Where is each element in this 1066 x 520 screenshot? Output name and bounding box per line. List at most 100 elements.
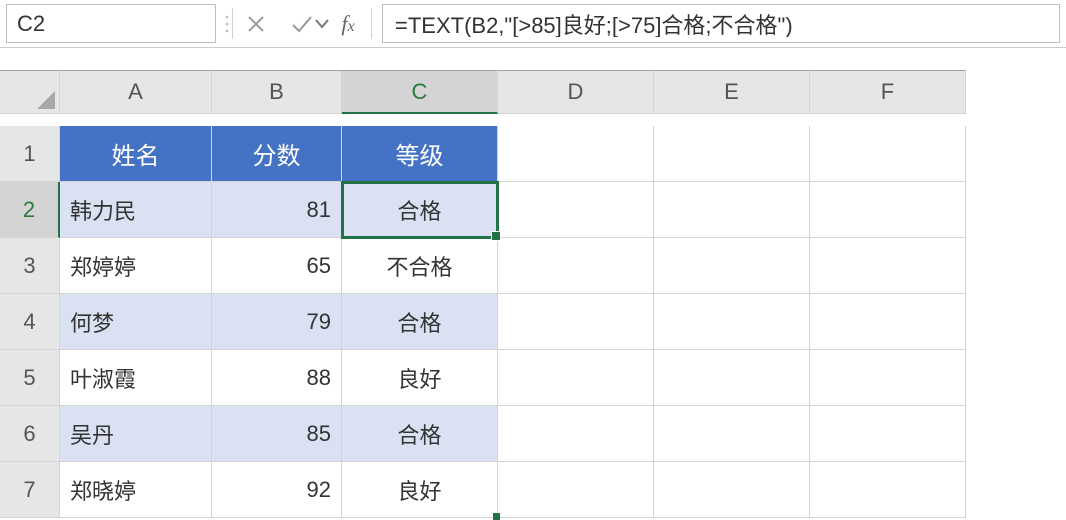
cell-D3[interactable] (498, 238, 654, 294)
cell-A7[interactable]: 郑晓婷 (60, 462, 212, 518)
cell-value: 合格 (397, 418, 441, 450)
cell-E7[interactable] (654, 462, 810, 518)
cell-D5[interactable] (498, 350, 654, 406)
cell-C7[interactable]: 良好 (342, 462, 498, 518)
cell-value: 郑晓婷 (70, 474, 136, 506)
row-header-1[interactable]: 1 (0, 126, 60, 182)
cell-value: 79 (307, 309, 331, 335)
cell-D4[interactable] (498, 294, 654, 350)
cell-value: 不合格 (386, 250, 452, 282)
fx-icon: fx (341, 11, 354, 37)
cell-E1[interactable] (654, 126, 810, 182)
cell-C5[interactable]: 良好 (342, 350, 498, 406)
col-header-A[interactable]: A (60, 70, 212, 114)
cell-value: 叶淑霞 (70, 362, 136, 394)
cell-C1[interactable]: 等级 (342, 126, 498, 182)
cell-F2[interactable] (810, 182, 966, 238)
row-label: 3 (23, 253, 35, 279)
name-box-dropdown[interactable] (315, 19, 329, 29)
row-label: 4 (23, 309, 35, 335)
cell-value: 65 (307, 253, 331, 279)
cell-A5[interactable]: 叶淑霞 (60, 350, 212, 406)
formula-bar: fx (0, 0, 1066, 48)
cell-value: 良好 (397, 362, 441, 394)
header-score: 分数 (253, 136, 301, 171)
cell-C3[interactable]: 不合格 (342, 238, 498, 294)
insert-function-button[interactable]: fx (325, 0, 371, 47)
cell-value: 81 (307, 197, 331, 223)
cell-value: 合格 (397, 194, 441, 226)
cell-value: 吴丹 (70, 418, 114, 450)
cell-C2[interactable]: 合格 (342, 182, 498, 238)
col-header-E[interactable]: E (654, 70, 810, 114)
cell-C4[interactable]: 合格 (342, 294, 498, 350)
col-header-B[interactable]: B (212, 70, 342, 114)
cell-A1[interactable]: 姓名 (60, 126, 212, 182)
cell-B1[interactable]: 分数 (212, 126, 342, 182)
cell-B5[interactable]: 88 (212, 350, 342, 406)
row-header-5[interactable]: 5 (0, 350, 60, 406)
cell-F1[interactable] (810, 126, 966, 182)
cell-value: 良好 (397, 474, 441, 506)
cell-A2[interactable]: 韩力民 (60, 182, 212, 238)
chevron-down-icon (315, 19, 329, 29)
cell-E4[interactable] (654, 294, 810, 350)
cell-A3[interactable]: 郑婷婷 (60, 238, 212, 294)
cell-F5[interactable] (810, 350, 966, 406)
cell-value: 85 (307, 421, 331, 447)
row-label: 1 (23, 141, 35, 167)
col-label: C (412, 79, 428, 105)
cell-F4[interactable] (810, 294, 966, 350)
divider (371, 8, 372, 39)
cell-B4[interactable]: 79 (212, 294, 342, 350)
col-header-F[interactable]: F (810, 70, 966, 114)
cell-D1[interactable] (498, 126, 654, 182)
cell-A6[interactable]: 吴丹 (60, 406, 212, 462)
name-box[interactable] (6, 4, 216, 43)
cell-A4[interactable]: 何梦 (60, 294, 212, 350)
cell-value: 88 (307, 365, 331, 391)
cell-F7[interactable] (810, 462, 966, 518)
row-header-7[interactable]: 7 (0, 462, 60, 518)
col-label: F (881, 79, 894, 105)
row-label: 5 (23, 365, 35, 391)
cell-value: 郑婷婷 (70, 250, 136, 282)
cell-value: 何梦 (70, 306, 114, 338)
row-header-2[interactable]: 2 (0, 182, 60, 238)
cell-E6[interactable] (654, 406, 810, 462)
cell-D6[interactable] (498, 406, 654, 462)
row-header-3[interactable]: 3 (0, 238, 60, 294)
cell-B7[interactable]: 92 (212, 462, 342, 518)
cell-B2[interactable]: 81 (212, 182, 342, 238)
col-header-D[interactable]: D (498, 70, 654, 114)
col-header-C[interactable]: C (342, 70, 498, 114)
col-label: B (269, 79, 284, 105)
col-label: E (724, 79, 739, 105)
cell-B6[interactable]: 85 (212, 406, 342, 462)
formula-input[interactable] (395, 11, 1047, 37)
cell-value: 92 (307, 477, 331, 503)
cell-E5[interactable] (654, 350, 810, 406)
cell-C6[interactable]: 合格 (342, 406, 498, 462)
col-label: D (568, 79, 584, 105)
cell-D2[interactable] (498, 182, 654, 238)
row-label: 7 (23, 477, 35, 503)
cell-F3[interactable] (810, 238, 966, 294)
select-all-icon (37, 91, 55, 109)
row-header-6[interactable]: 6 (0, 406, 60, 462)
row-label: 6 (23, 421, 35, 447)
header-grade: 等级 (396, 136, 444, 171)
cell-E2[interactable] (654, 182, 810, 238)
spreadsheet-grid[interactable]: A B C D E F 1 姓名 分数 等级 2 韩力民 81 合格 3 郑婷婷… (0, 70, 1066, 518)
row-header-4[interactable]: 4 (0, 294, 60, 350)
name-box-input[interactable] (7, 11, 315, 37)
cell-E3[interactable] (654, 238, 810, 294)
select-all-corner[interactable] (0, 70, 60, 114)
row-label: 2 (23, 197, 35, 223)
formula-input-wrap[interactable] (382, 4, 1060, 43)
cell-B3[interactable]: 65 (212, 238, 342, 294)
cell-value: 合格 (397, 306, 441, 338)
cell-D7[interactable] (498, 462, 654, 518)
col-label: A (128, 79, 143, 105)
cell-F6[interactable] (810, 406, 966, 462)
